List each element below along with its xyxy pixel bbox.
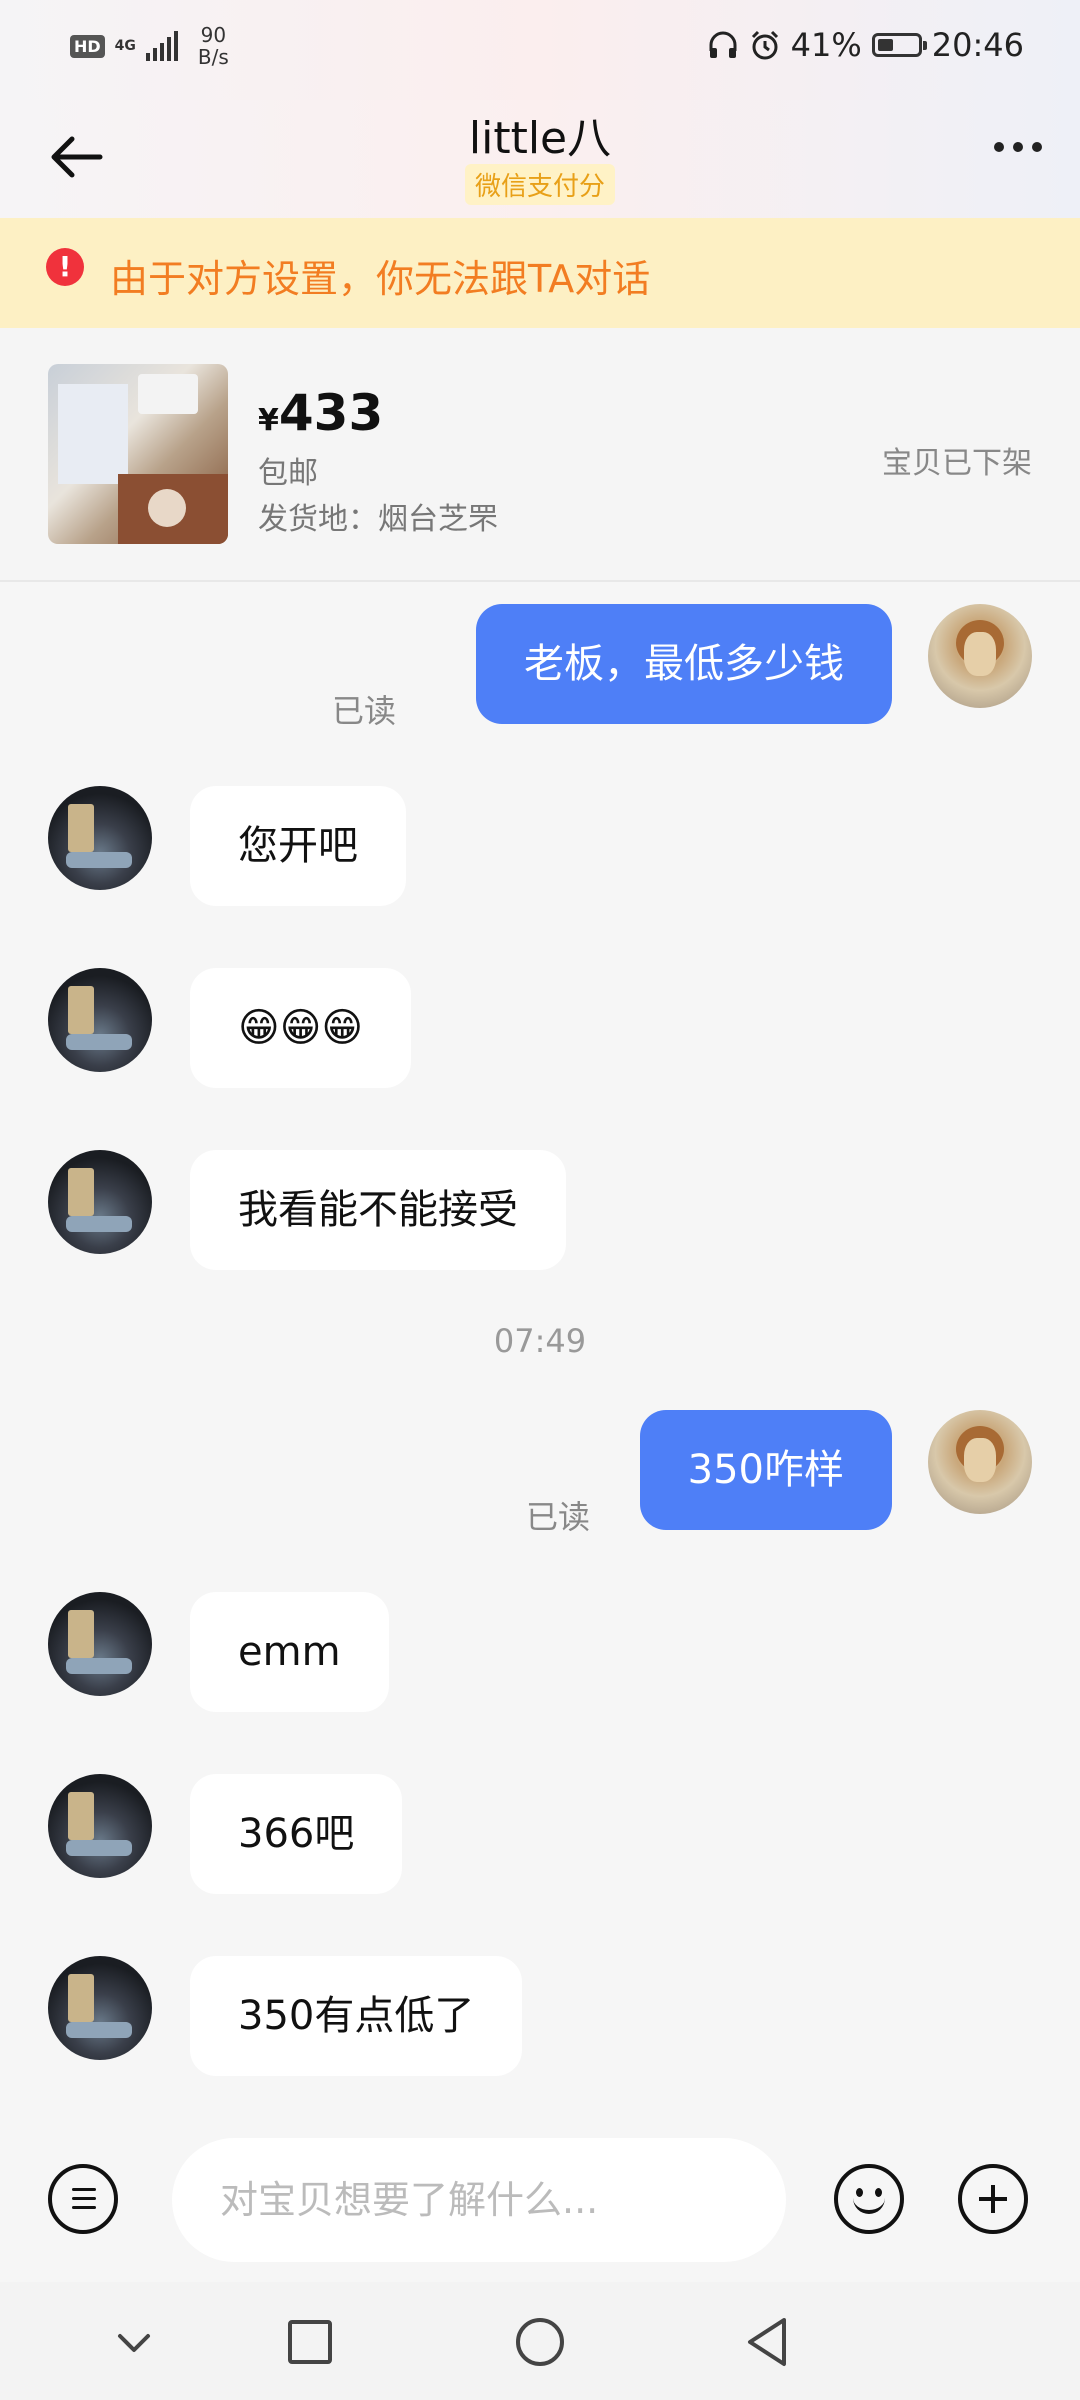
product-card[interactable]: ¥433 包邮 发货地：烟台芝罘 宝贝已下架 [0, 328, 1080, 582]
input-bar: 对宝贝想要了解什么... [0, 2120, 1080, 2280]
battery-fill [877, 39, 894, 51]
message-bubble-other[interactable]: 😁😁😁 [190, 968, 412, 1088]
message-bubble-self[interactable]: 老板，最低多少钱 [476, 604, 892, 724]
chevron-down-icon[interactable] [104, 2312, 164, 2372]
other-avatar[interactable] [48, 1956, 152, 2060]
message-bubble-other[interactable]: 350有点低了 [190, 1956, 523, 2076]
price-currency: ¥ [258, 403, 279, 438]
product-thumbnail[interactable] [48, 364, 228, 544]
pay-score-badge[interactable]: 微信支付分 [464, 164, 616, 205]
battery-percent: 41% [790, 26, 862, 64]
system-nav-bar [0, 2282, 1080, 2400]
self-avatar[interactable] [928, 604, 1032, 708]
menu-list-icon[interactable] [48, 2164, 118, 2234]
ship-from-label: 发货地：烟台芝罘 [258, 502, 498, 537]
message-bubble-other[interactable]: 我看能不能接受 [190, 1150, 566, 1270]
alarm-icon [751, 30, 778, 60]
headphones-icon [709, 31, 737, 58]
hd-badge: HD [70, 34, 105, 58]
price-value: 433 [278, 384, 384, 442]
message-bubble-other[interactable]: emm [190, 1592, 389, 1712]
other-avatar[interactable] [48, 1150, 152, 1254]
network-speed-unit: B/s [197, 45, 229, 69]
triangle-back-icon[interactable] [738, 2312, 798, 2372]
status-right: 41% 20:46 [707, 26, 1024, 64]
message-timestamp: 07:49 [493, 1322, 587, 1360]
plus-icon[interactable] [958, 2164, 1028, 2234]
self-avatar[interactable] [928, 1410, 1032, 1514]
more-dots-icon[interactable] [994, 142, 1042, 152]
product-price: ¥433 [258, 384, 383, 442]
battery-icon [871, 33, 927, 57]
chat-title[interactable]: little八 [0, 102, 1080, 166]
product-status: 宝贝已下架 [882, 446, 1032, 481]
network-speed-value: 90 [200, 23, 227, 47]
message-input[interactable]: 对宝贝想要了解什么... [172, 2138, 786, 2262]
alert-icon: ! [46, 248, 84, 286]
shipping-label: 包邮 [258, 456, 318, 491]
other-avatar[interactable] [48, 1592, 152, 1696]
network-type: 4G [114, 37, 136, 54]
square-icon[interactable] [280, 2312, 340, 2372]
read-receipt: 已读 [526, 1498, 591, 1536]
warning-text: 由于对方设置，你无法跟TA对话 [110, 257, 651, 301]
circle-icon[interactable] [510, 2312, 570, 2372]
message-bubble-self[interactable]: 350咋样 [639, 1410, 892, 1530]
other-avatar[interactable] [48, 786, 152, 890]
other-avatar[interactable] [48, 968, 152, 1072]
signal-icon [145, 31, 178, 61]
warning-banner: ! 由于对方设置，你无法跟TA对话 [0, 218, 1080, 328]
status-left: HD 4G 90 B/s [70, 24, 229, 68]
status-bar: HD 4G 90 B/s 41% 20:46 [0, 0, 1080, 100]
emoji-icon[interactable] [834, 2164, 904, 2234]
status-time: 20:46 [931, 26, 1024, 64]
read-receipt: 已读 [332, 692, 397, 730]
message-bubble-other[interactable]: 您开吧 [190, 786, 406, 906]
other-avatar[interactable] [48, 1774, 152, 1878]
message-bubble-other[interactable]: 366吧 [190, 1774, 403, 1894]
chat-header: little八 微信支付分 [0, 100, 1080, 218]
network-speed: 90 B/s [198, 24, 229, 68]
